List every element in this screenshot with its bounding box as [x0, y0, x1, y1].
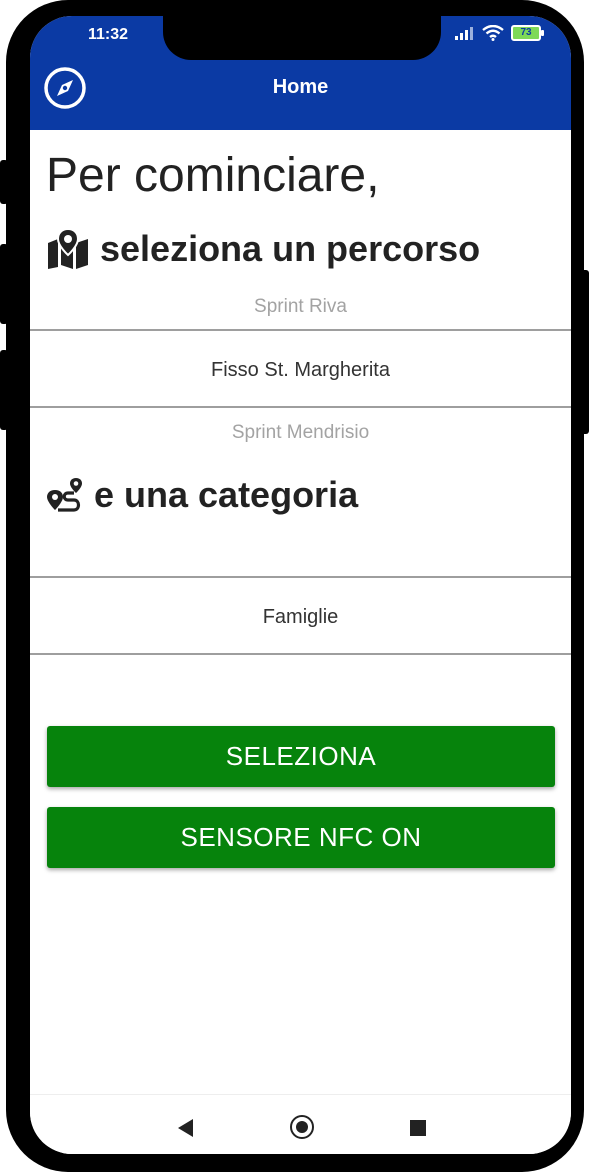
screen: 11:32 73 Home Per cominciare, seleziona … [30, 16, 571, 1154]
category-option-selected[interactable]: Famiglie [30, 606, 571, 629]
status-icons: 73 [455, 25, 544, 41]
back-icon[interactable] [178, 1119, 193, 1137]
home-icon[interactable] [290, 1115, 314, 1139]
notch [163, 16, 441, 60]
side-button [581, 270, 589, 434]
category-heading: e una categoria [46, 474, 358, 516]
system-nav-bar [30, 1094, 571, 1154]
route-picker[interactable]: Sprint Riva Fisso St. Margherita Sprint … [30, 286, 571, 446]
phone-frame: 11:32 73 Home Per cominciare, seleziona … [6, 0, 584, 1172]
route-heading: seleziona un percorso [46, 228, 480, 270]
picker-divider-bottom [30, 406, 571, 408]
side-button [0, 350, 8, 430]
side-button [0, 160, 8, 204]
intro-heading: Per cominciare, [46, 149, 380, 202]
picker-divider-bottom [30, 653, 571, 655]
picker-divider-top [30, 576, 571, 578]
recents-icon[interactable] [410, 1120, 426, 1136]
map-icon [48, 229, 88, 269]
picker-divider-top [30, 329, 571, 331]
route-option[interactable]: Sprint Riva [30, 296, 571, 318]
route-heading-text: seleziona un percorso [100, 228, 481, 269]
battery-icon: 73 [511, 25, 544, 41]
nfc-sensor-button[interactable]: SENSORE NFC ON [47, 807, 555, 868]
category-heading-text: e una categoria [94, 474, 359, 515]
route-option[interactable]: Sprint Mendrisio [30, 422, 571, 444]
page-title: Home [272, 76, 329, 98]
route-icon [47, 478, 82, 512]
app-bar: 11:32 73 Home [30, 16, 571, 130]
wifi-icon [482, 25, 504, 41]
signal-icon [455, 27, 473, 40]
side-button [0, 244, 8, 324]
status-time: 11:32 [88, 26, 129, 43]
select-button[interactable]: SELEZIONA [47, 726, 555, 787]
category-picker[interactable]: Famiglie [30, 556, 571, 666]
route-option-selected[interactable]: Fisso St. Margherita [30, 359, 571, 382]
